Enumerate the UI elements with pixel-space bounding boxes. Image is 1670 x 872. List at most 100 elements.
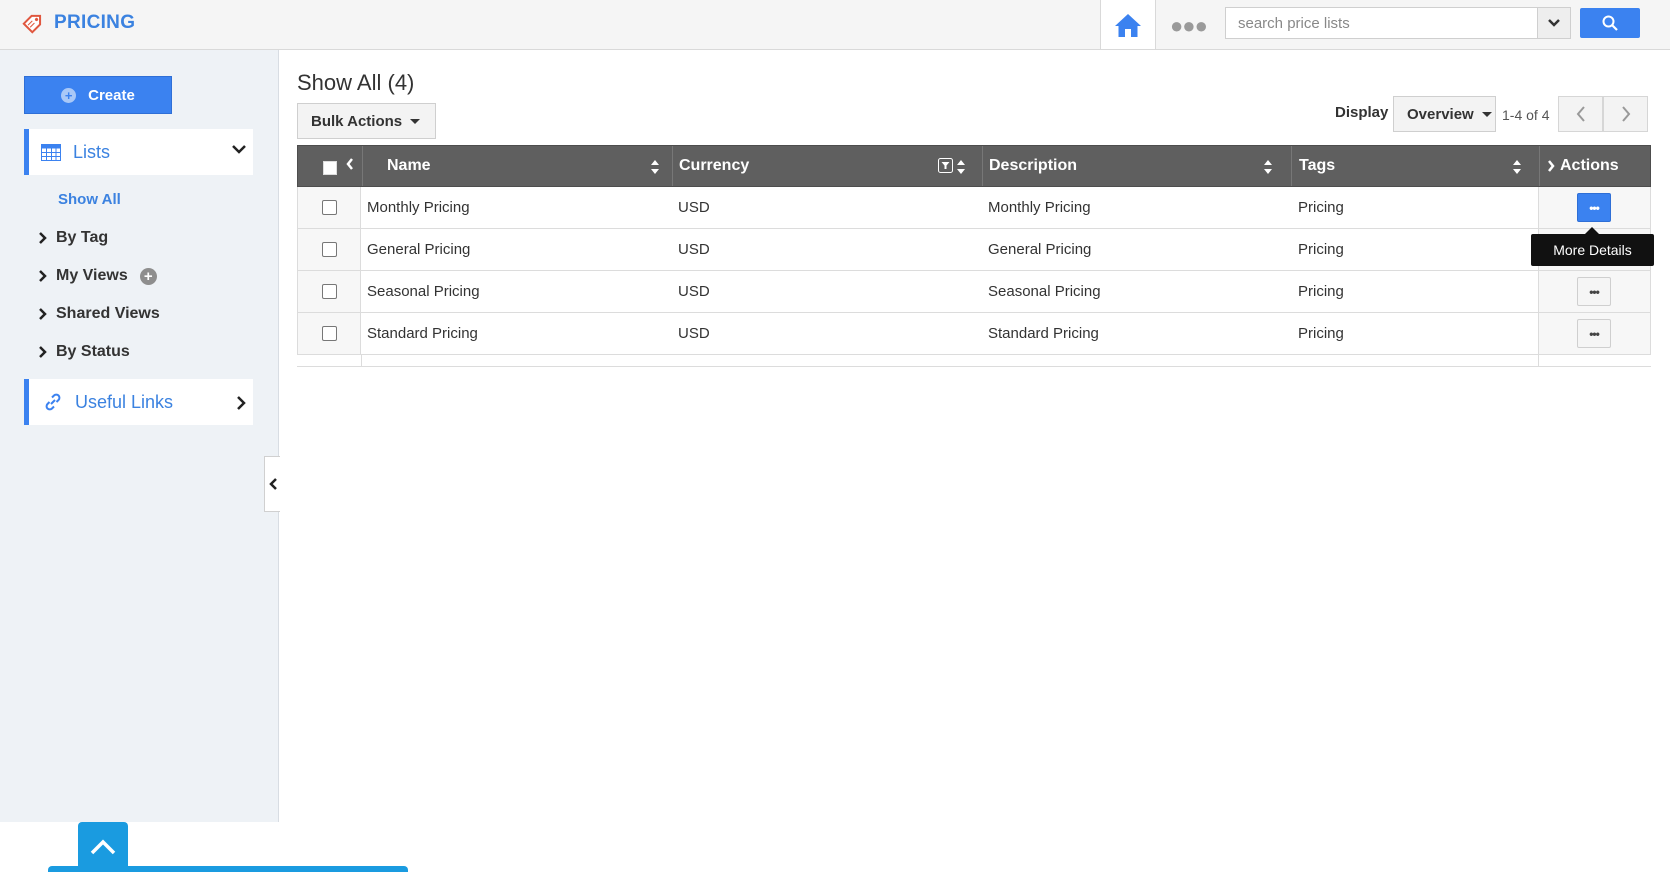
column-divider <box>1539 146 1540 186</box>
lists-panel-title: Lists <box>73 141 111 162</box>
row-checkbox[interactable] <box>322 200 337 215</box>
chevron-right-icon <box>39 308 47 320</box>
table-icon <box>41 143 61 161</box>
column-header-description[interactable]: Description <box>989 146 1259 186</box>
brand[interactable]: PRICING <box>18 8 135 38</box>
display-label: Display <box>1335 104 1389 121</box>
chevron-left-icon <box>268 478 277 490</box>
column-title: Name <box>387 157 431 174</box>
chevron-right-icon[interactable] <box>1546 159 1556 173</box>
chevron-up-icon <box>90 839 116 855</box>
cell-name[interactable]: Monthly Pricing <box>367 187 470 228</box>
plus-circle-icon: + <box>61 87 77 103</box>
search-input[interactable] <box>1226 8 1537 38</box>
sort-icon[interactable] <box>650 159 660 175</box>
sidebar-item-label: By Status <box>56 343 130 360</box>
cell-tags: Pricing <box>1298 283 1344 300</box>
cell-name[interactable]: Standard Pricing <box>367 313 478 354</box>
bulk-actions-button[interactable]: Bulk Actions <box>297 103 436 139</box>
select-all-checkbox[interactable] <box>323 161 337 175</box>
add-view-icon[interactable]: + <box>139 267 157 285</box>
table-row[interactable]: Monthly Pricing USD Monthly Pricing Pric… <box>297 187 1651 229</box>
cell-name[interactable]: Seasonal Pricing <box>367 271 480 312</box>
page-count: 1-4 of 4 <box>1502 107 1550 123</box>
sort-icon[interactable] <box>1512 159 1522 175</box>
table-row[interactable]: Standard Pricing USD Standard Pricing Pr… <box>297 313 1651 355</box>
sort-icon[interactable] <box>956 159 966 175</box>
sidebar-item-by-status[interactable]: By Status <box>38 343 130 361</box>
row-checkbox[interactable] <box>322 284 337 299</box>
more-details-button[interactable]: ••• <box>1577 277 1611 306</box>
table-row[interactable]: Seasonal Pricing USD Seasonal Pricing Pr… <box>297 271 1651 313</box>
row-select-cell <box>297 271 361 312</box>
sidebar-item-my-views[interactable]: My Views + <box>38 267 157 285</box>
create-label: Create <box>88 86 135 104</box>
chevron-right-icon <box>39 346 47 358</box>
sidebar: + Create Lists Show All By Tag My Views … <box>0 50 408 872</box>
create-button[interactable]: + Create <box>24 76 172 114</box>
table-row[interactable]: General Pricing USD General Pricing Pric… <box>297 229 1651 271</box>
cell-description: Seasonal Pricing <box>988 283 1101 300</box>
prev-page-button[interactable] <box>1558 96 1603 132</box>
sidebar-item-shared-views[interactable]: Shared Views <box>38 305 160 323</box>
useful-links-title: Useful Links <box>75 391 174 412</box>
column-divider <box>1291 146 1292 186</box>
row-select-cell <box>297 187 361 228</box>
top-bar: PRICING ●●● <box>0 0 1670 50</box>
chevron-right-icon <box>39 270 47 282</box>
bulk-actions-label: Bulk Actions <box>311 112 403 130</box>
cell-currency: USD <box>678 283 710 300</box>
row-checkbox[interactable] <box>322 242 337 257</box>
column-header-currency[interactable]: Currency <box>679 146 929 186</box>
sidebar-item-label: Shared Views <box>56 305 160 322</box>
search-box <box>1225 7 1571 39</box>
cell-currency: USD <box>678 325 710 342</box>
search-button[interactable] <box>1580 8 1640 38</box>
caret-down-icon <box>1481 111 1492 117</box>
cell-currency: USD <box>678 199 710 216</box>
sidebar-item-by-tag[interactable]: By Tag <box>38 229 108 247</box>
home-button[interactable] <box>1100 0 1156 49</box>
sidebar-item-label: By Tag <box>56 229 109 246</box>
filter-icon[interactable] <box>938 158 953 173</box>
search-dropdown-button[interactable] <box>1537 8 1570 38</box>
row-select-cell <box>297 229 361 270</box>
more-horizontal-icon[interactable]: ●●● <box>1170 13 1208 39</box>
chevron-left-icon[interactable] <box>345 157 355 171</box>
cell-currency: USD <box>678 241 710 258</box>
search-icon <box>1602 15 1618 31</box>
row-checkbox[interactable] <box>322 326 337 341</box>
display-select[interactable]: Overview <box>1393 96 1496 132</box>
chevron-down-icon <box>232 145 246 154</box>
bottom-bar[interactable] <box>48 866 408 872</box>
chevron-right-icon <box>237 396 246 410</box>
column-title: Actions <box>1560 157 1619 174</box>
more-details-button[interactable]: ••• <box>1577 193 1611 222</box>
cell-name[interactable]: General Pricing <box>367 229 470 270</box>
column-divider <box>1538 355 1539 367</box>
page-title: Show All (4) <box>297 70 415 95</box>
chevron-right-icon <box>1621 106 1630 122</box>
lists-panel[interactable]: Lists <box>24 129 253 175</box>
column-header-actions: Actions <box>1560 146 1650 186</box>
scroll-top-button[interactable] <box>78 822 128 872</box>
column-divider <box>361 355 362 367</box>
column-title: Tags <box>1299 157 1336 174</box>
useful-links-panel[interactable]: Useful Links <box>24 379 253 425</box>
sort-icon[interactable] <box>1263 159 1273 175</box>
column-divider <box>672 146 673 186</box>
more-details-button[interactable]: ••• <box>1577 319 1611 348</box>
table-footer <box>297 355 1651 367</box>
sidebar-item-label: My Views <box>56 267 128 284</box>
price-lists-table: Name Currency Description Tags Actions M… <box>297 145 1651 367</box>
sidebar-item-show-all[interactable]: Show All <box>58 191 121 208</box>
cell-tags: Pricing <box>1298 325 1344 342</box>
sidebar-collapse-toggle[interactable] <box>264 456 280 512</box>
next-page-button[interactable] <box>1603 96 1648 132</box>
row-select-cell <box>297 313 361 354</box>
more-details-tooltip: More Details <box>1531 227 1654 266</box>
row-actions-cell: ••• <box>1538 313 1651 354</box>
column-header-name[interactable]: Name <box>387 146 657 186</box>
display-value: Overview <box>1407 105 1474 123</box>
column-header-tags[interactable]: Tags <box>1299 146 1499 186</box>
